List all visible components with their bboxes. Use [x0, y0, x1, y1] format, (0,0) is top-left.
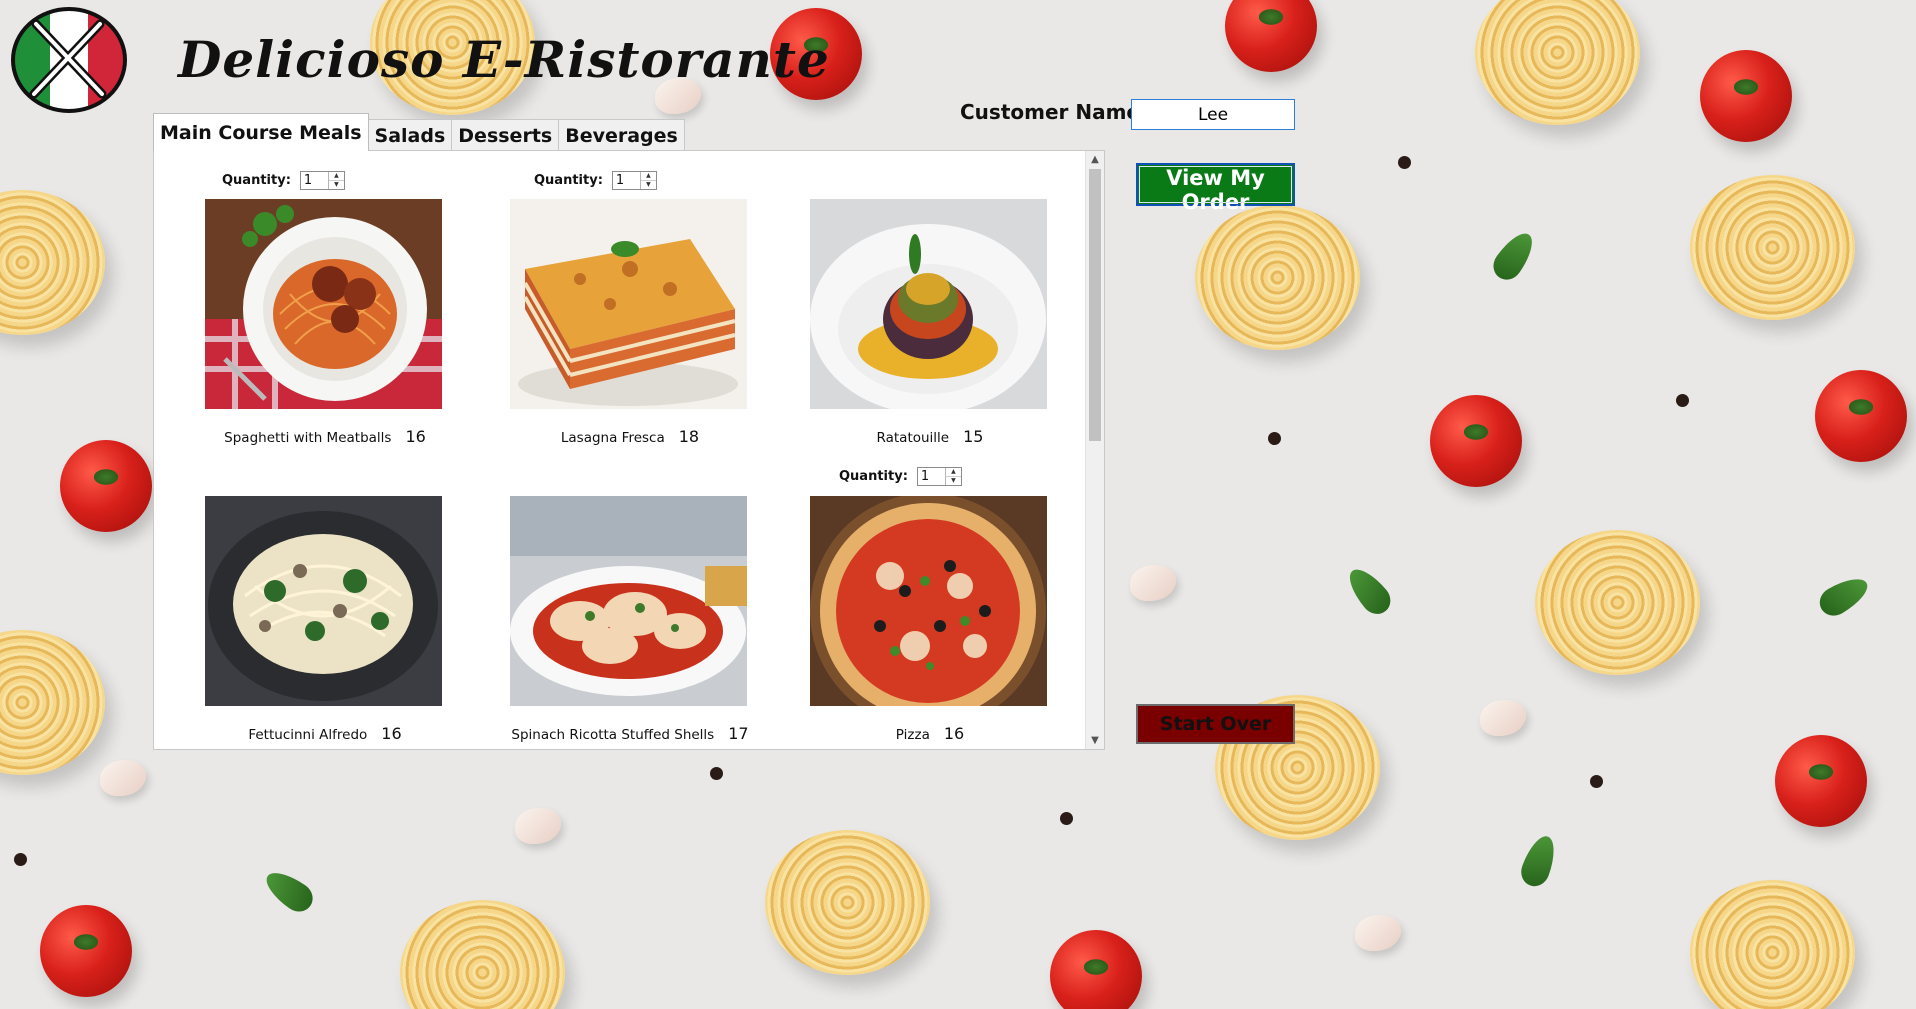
quantity-stepper[interactable]: 1 ▲ ▼ [299, 171, 345, 190]
item-caption: Spaghetti with Meatballs 16 [205, 427, 445, 446]
item-caption: Pizza 16 [810, 724, 1050, 743]
item-price: 16 [943, 724, 965, 743]
peppercorn [1060, 812, 1073, 825]
garlic-clove [1480, 700, 1526, 736]
item-name: Spaghetti with Meatballs [224, 430, 392, 446]
quantity-stepper[interactable]: 1 ▲ ▼ [611, 171, 657, 190]
item-caption: Ratatouille 15 [810, 427, 1050, 446]
ratatouille-photo[interactable] [810, 199, 1047, 409]
quantity-stepper[interactable]: 1 ▲ ▼ [916, 467, 962, 486]
scroll-up-icon[interactable]: ▲ [1086, 151, 1104, 168]
stepper-down-icon[interactable]: ▼ [640, 180, 656, 189]
tomato [1050, 930, 1142, 1009]
menu-item-ratatouille[interactable]: Ratatouille 15 [810, 199, 1050, 446]
main-course-panel[interactable]: Quantity: 1 ▲ ▼ Quantity: 1 ▲ ▼ Quantity: … [153, 150, 1105, 750]
menu-item-pizza[interactable]: Pizza 16 [810, 496, 1050, 743]
restaurant-logo [11, 7, 127, 113]
pasta-nest [1195, 205, 1360, 350]
tomato [1775, 735, 1867, 827]
menu-item-spaghetti[interactable]: Spaghetti with Meatballs 16 [205, 199, 445, 446]
item-caption: Spinach Ricotta Stuffed Shells 17 [510, 724, 750, 743]
quantity-control: Quantity: 1 ▲ ▼ [534, 171, 657, 190]
pasta-nest [1690, 175, 1855, 320]
stepper-up-icon[interactable]: ▲ [946, 468, 961, 476]
quantity-value[interactable]: 1 [301, 172, 328, 189]
peppercorn [1676, 394, 1689, 407]
tab-salads[interactable]: Salads [367, 119, 453, 151]
vertical-scrollbar[interactable]: ▲ ▼ [1085, 151, 1104, 749]
pasta-nest [765, 830, 930, 975]
tab-beverages[interactable]: Beverages [558, 119, 685, 151]
tomato [1815, 370, 1907, 462]
basil-leaf [1814, 570, 1874, 622]
scrollbar-thumb[interactable] [1089, 169, 1101, 441]
item-price: 16 [405, 427, 426, 446]
item-name: Spinach Ricotta Stuffed Shells [511, 727, 715, 743]
basil-leaf [1341, 562, 1397, 620]
scroll-down-icon[interactable]: ▼ [1086, 732, 1104, 749]
spaghetti-photo[interactable] [205, 199, 442, 409]
peppercorn [1398, 156, 1411, 169]
pasta-nest [1690, 880, 1855, 1009]
fettucinni-alfredo-photo[interactable] [205, 496, 442, 706]
item-name: Ratatouille [876, 430, 950, 446]
pizza-photo[interactable] [810, 496, 1047, 706]
garlic-clove [100, 760, 146, 796]
basil-leaf [1516, 831, 1562, 891]
item-caption: Fettucinni Alfredo 16 [205, 724, 445, 743]
customer-name-input[interactable] [1131, 99, 1295, 130]
stuffed-shells-photo[interactable] [510, 496, 747, 706]
item-name: Fettucinni Alfredo [248, 727, 368, 743]
tab-main-course-meals[interactable]: Main Course Meals [153, 113, 369, 151]
stepper-up-icon[interactable]: ▲ [329, 172, 344, 180]
tomato [60, 440, 152, 532]
stepper-down-icon[interactable]: ▼ [945, 476, 961, 485]
menu-item-stuffed-shells[interactable]: Spinach Ricotta Stuffed Shells 17 [510, 496, 750, 743]
pasta-nest [400, 900, 565, 1009]
app-title: Delicioso E-Ristorante [178, 30, 830, 89]
item-price: 17 [728, 724, 749, 743]
tomato [40, 905, 132, 997]
tab-desserts[interactable]: Desserts [451, 119, 560, 151]
start-over-button[interactable]: Start Over [1136, 704, 1295, 744]
basil-leaf [259, 864, 319, 918]
quantity-value[interactable]: 1 [613, 172, 640, 189]
peppercorn [14, 853, 27, 866]
customer-name-label: Customer Name: [960, 100, 1148, 124]
quantity-label: Quantity: [534, 173, 603, 188]
quantity-control: Quantity: 1 ▲ ▼ [839, 467, 962, 486]
pasta-nest [0, 190, 105, 335]
item-price: 15 [963, 427, 984, 446]
tomato [1700, 50, 1792, 142]
quantity-label: Quantity: [222, 173, 291, 188]
quantity-label: Quantity: [839, 469, 908, 484]
menu-tabstrip: Main Course Meals Salads Desserts Bevera… [153, 113, 685, 151]
basil-leaf [1487, 226, 1541, 286]
item-caption: Lasagna Fresca 18 [510, 427, 750, 446]
peppercorn [1590, 775, 1603, 788]
item-name: Lasagna Fresca [560, 430, 665, 446]
stepper-up-icon[interactable]: ▲ [641, 172, 656, 180]
view-my-order-button[interactable]: View My Order [1136, 163, 1295, 214]
menu-item-fettucinni-alfredo[interactable]: Fettucinni Alfredo 16 [205, 496, 445, 743]
pasta-nest [1535, 530, 1700, 675]
pasta-nest [0, 630, 105, 775]
tomato [1430, 395, 1522, 487]
item-name: Pizza [895, 727, 930, 743]
quantity-control: Quantity: 1 ▲ ▼ [222, 171, 345, 190]
lasagna-photo[interactable] [510, 199, 747, 409]
garlic-clove [1130, 565, 1176, 601]
garlic-clove [515, 808, 561, 844]
peppercorn [1268, 432, 1281, 445]
stepper-down-icon[interactable]: ▼ [328, 180, 344, 189]
quantity-value[interactable]: 1 [918, 468, 945, 485]
item-price: 16 [381, 724, 402, 743]
item-price: 18 [678, 427, 700, 446]
tomato [1225, 0, 1317, 72]
pasta-nest [1475, 0, 1640, 125]
garlic-clove [1355, 915, 1401, 951]
peppercorn [710, 767, 723, 780]
menu-item-lasagna[interactable]: Lasagna Fresca 18 [510, 199, 750, 446]
